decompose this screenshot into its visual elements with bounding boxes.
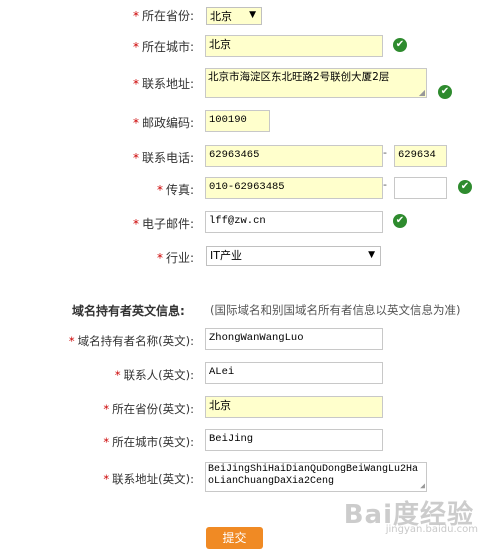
fax-ext-input[interactable] (394, 177, 447, 199)
industry-label: * 行业: (157, 249, 194, 267)
owner-name-label: * 域名持有者名称(英文): (69, 332, 194, 350)
postcode-label-text: 邮政编码: (141, 116, 194, 130)
postcode-label: * 邮政编码: (133, 114, 194, 132)
city-en-input[interactable]: BeiJing (205, 429, 383, 451)
contact-en-input[interactable]: ALei (205, 362, 383, 384)
required-star: * (103, 435, 110, 449)
address-en-label: * 联系地址(英文): (103, 470, 194, 488)
contact-label: * 联系人(英文): (115, 366, 194, 384)
address-label: * 联系地址: (133, 75, 194, 93)
address-textarea[interactable]: 北京市海淀区东北旺路2号联创大厦2层 ◢ (205, 68, 427, 98)
resize-handle-icon[interactable]: ◢ (420, 483, 425, 491)
check-icon: ✔ (393, 214, 407, 228)
submit-button[interactable]: 提交 (206, 527, 263, 549)
chevron-down-icon: ▼ (249, 10, 256, 20)
province-label: * 所在省份: (133, 7, 194, 25)
address-en-label-text: 联系地址(英文): (112, 472, 194, 486)
required-star: * (132, 40, 139, 54)
phone-label-text: 联系电话: (141, 151, 194, 165)
fax-label: * 传真: (157, 181, 194, 199)
province-en-label: * 所在省份(英文): (103, 400, 194, 418)
check-icon: ✔ (438, 85, 452, 99)
required-star: * (114, 368, 121, 382)
required-star: * (132, 151, 139, 165)
required-star: * (156, 183, 163, 197)
phone-ext-input[interactable]: 629634 (394, 145, 447, 167)
province-en-label-text: 所在省份(英文): (112, 402, 194, 416)
required-star: * (103, 472, 110, 486)
province-label-text: 所在省份: (141, 9, 194, 23)
english-section-title: 域名持有者英文信息: (72, 304, 185, 318)
address-en-textarea[interactable]: BeiJingShiHaiDianQuDongBeiWangLu2HaoLian… (205, 462, 427, 492)
address-textarea-value: 北京市海淀区东北旺路2号联创大厦2层 (208, 71, 390, 83)
city-en-label: * 所在城市(英文): (103, 433, 194, 451)
city-input[interactable]: 北京 (205, 35, 383, 57)
required-star: * (68, 334, 75, 348)
check-icon: ✔ (393, 38, 407, 52)
chevron-down-icon: ▼ (368, 250, 375, 260)
required-star: * (132, 217, 139, 231)
resize-handle-icon[interactable]: ◢ (419, 89, 425, 97)
check-icon: ✔ (458, 180, 472, 194)
industry-select-value: IT产业 (210, 249, 242, 262)
province-select[interactable]: 北京 ▼ (206, 7, 262, 25)
phone-input[interactable]: 62963465 (205, 145, 383, 167)
fax-dash: - (383, 178, 387, 191)
required-star: * (132, 116, 139, 130)
contact-label-text: 联系人(英文): (123, 368, 194, 382)
fax-input[interactable]: 010-62963485 (205, 177, 383, 199)
english-section-note: (国际域名和别国域名所有者信息以英文信息为准) (210, 303, 461, 317)
owner-name-en-input[interactable]: ZhongWanWangLuo (205, 328, 383, 350)
required-star: * (132, 77, 139, 91)
phone-label: * 联系电话: (133, 149, 194, 167)
required-star: * (132, 9, 139, 23)
owner-name-label-text: 域名持有者名称(英文): (77, 334, 194, 348)
industry-select[interactable]: IT产业 ▼ (206, 246, 381, 266)
industry-label-text: 行业: (165, 251, 194, 265)
city-label: * 所在城市: (133, 38, 194, 56)
fax-label-text: 传真: (165, 183, 194, 197)
required-star: * (156, 251, 163, 265)
email-label: * 电子邮件: (133, 215, 194, 233)
phone-dash: - (383, 146, 387, 159)
postcode-input[interactable]: 100190 (205, 110, 270, 132)
address-label-text: 联系地址: (141, 77, 194, 91)
city-en-label-text: 所在城市(英文): (112, 435, 194, 449)
province-en-input[interactable]: 北京 (205, 396, 383, 418)
required-star: * (103, 402, 110, 416)
city-label-text: 所在城市: (141, 40, 194, 54)
province-select-value: 北京 (210, 10, 232, 23)
email-input[interactable]: lff@zw.cn (205, 211, 383, 233)
email-label-text: 电子邮件: (141, 217, 194, 231)
baidu-jingyan-watermark-url: jingyan.baidu.com (385, 524, 478, 535)
address-en-textarea-value: BeiJingShiHaiDianQuDongBeiWangLu2HaoLian… (208, 464, 419, 487)
